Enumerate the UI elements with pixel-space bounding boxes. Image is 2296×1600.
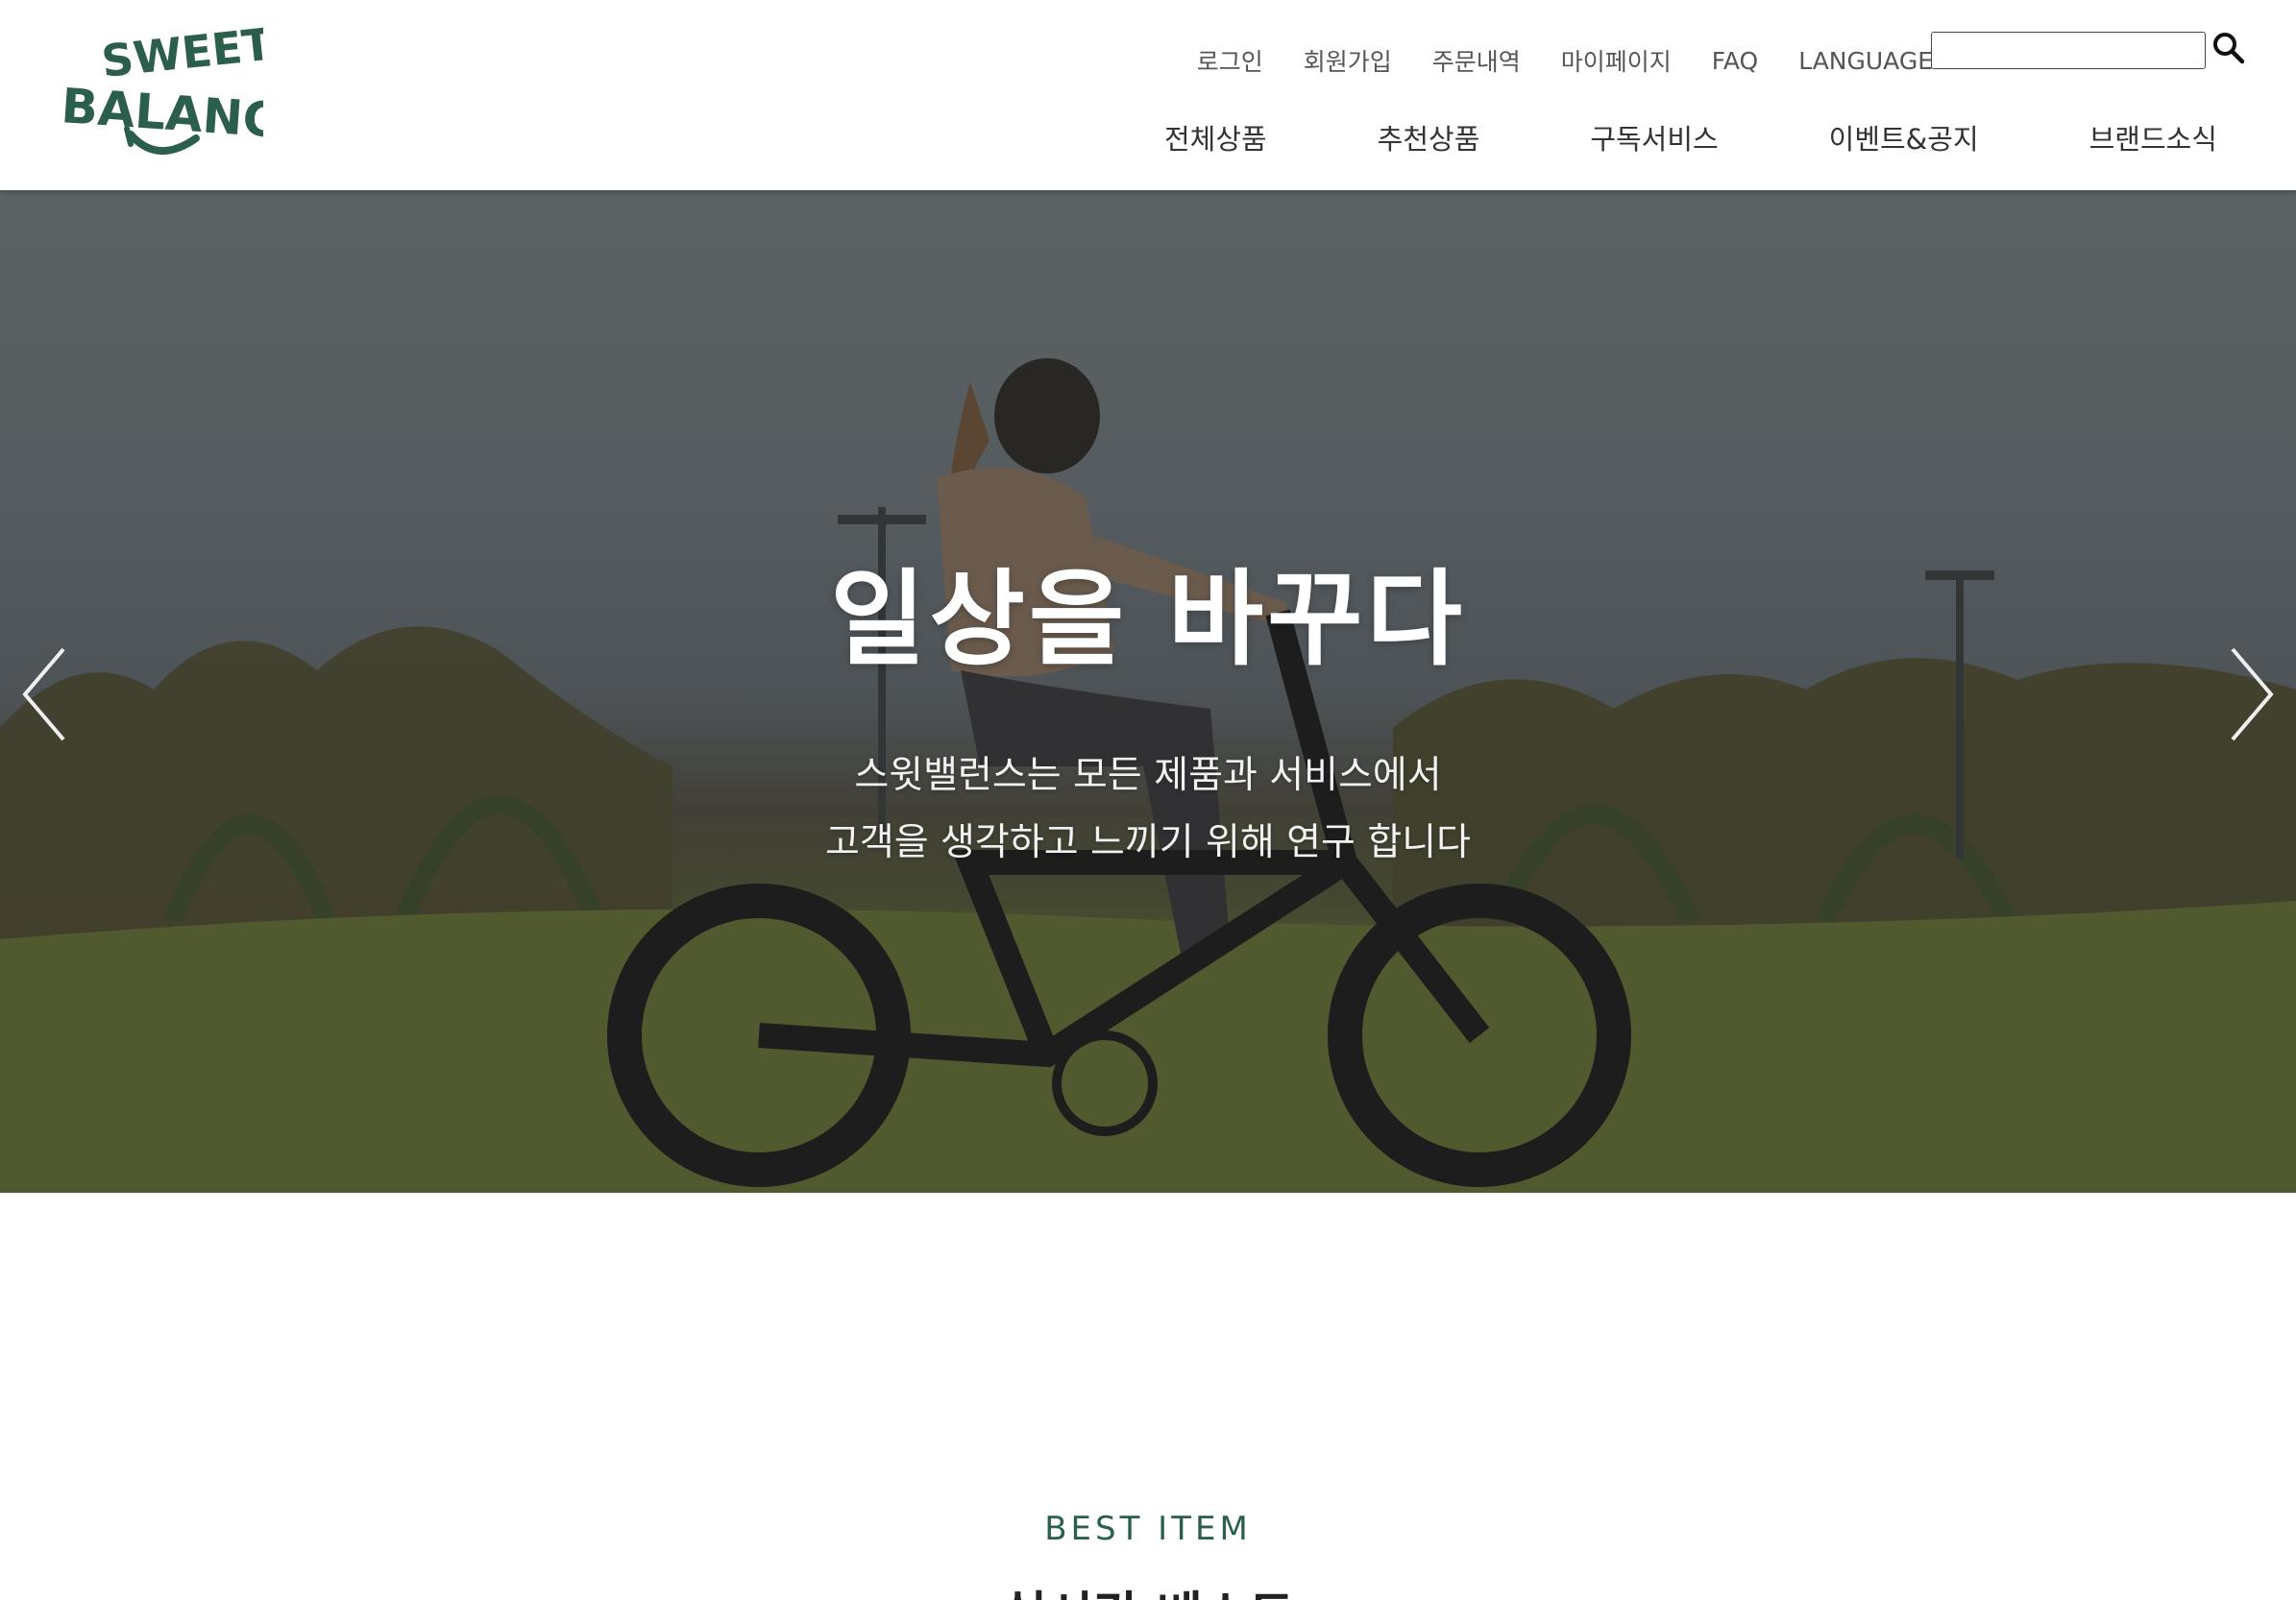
search-icon [2213,33,2245,64]
svg-text:BALANCE: BALANCE [61,78,263,151]
search-input[interactable] [1931,32,2206,69]
chevron-right-icon [2231,647,2274,741]
login-link[interactable]: 로그인 [1197,43,1263,78]
language-link[interactable]: LANGUAGE [1798,47,1933,75]
nav-events-notice[interactable]: 이벤트&공지 [1779,117,2029,158]
svg-text:SWEET: SWEET [99,21,263,87]
hero-subtitle-line2: 고객을 생각하고 느끼기 위해 연구 합니다 [825,821,1471,864]
order-history-link[interactable]: 주문내역 [1432,43,1521,78]
hero-banner: 일상을 바꾸다 스윗밸런스는 모든 제품과 서비스에서 고객을 생각하고 느끼기… [0,190,2296,1193]
hero-dim-overlay [0,190,2296,1193]
best-item-eyebrow: BEST ITEM [1044,1510,1252,1548]
sweet-balance-logo[interactable]: SWEET BALANCE [61,21,263,175]
hero-subtitle-line1: 스윗밸런스는 모든 제품과 서비스에서 [854,754,1442,797]
nav-brand-news[interactable]: 브랜드소식 [2040,117,2267,158]
nav-subscription[interactable]: 구독서비스 [1540,117,1768,158]
carousel-next-button[interactable] [2221,642,2279,747]
mypage-link[interactable]: 마이페이지 [1561,43,1672,78]
utility-nav: 로그인 회원가입 주문내역 마이페이지 FAQ LANGUAGE [1197,43,1933,78]
nav-recommended[interactable]: 추천상품 [1328,117,1530,158]
search-button[interactable] [2210,27,2248,69]
signup-link[interactable]: 회원가입 [1304,43,1392,78]
hero-title: 일상을 바꾸다 [830,560,1466,680]
main-nav: 전체상품 추천상품 구독서비스 이벤트&공지 브랜드소식 [1114,117,2267,158]
best-item-title: 실시간 베스트 [0,1575,2296,1600]
faq-link[interactable]: FAQ [1712,47,1758,75]
page: SWEET BALANCE 로그인 회원가입 주문내역 마이페이지 FAQ LA… [0,0,2296,1600]
site-header: SWEET BALANCE 로그인 회원가입 주문내역 마이페이지 FAQ LA… [0,0,2296,190]
chevron-left-icon [22,647,65,741]
carousel-prev-button[interactable] [17,642,75,747]
nav-all-products[interactable]: 전체상품 [1114,117,1317,158]
